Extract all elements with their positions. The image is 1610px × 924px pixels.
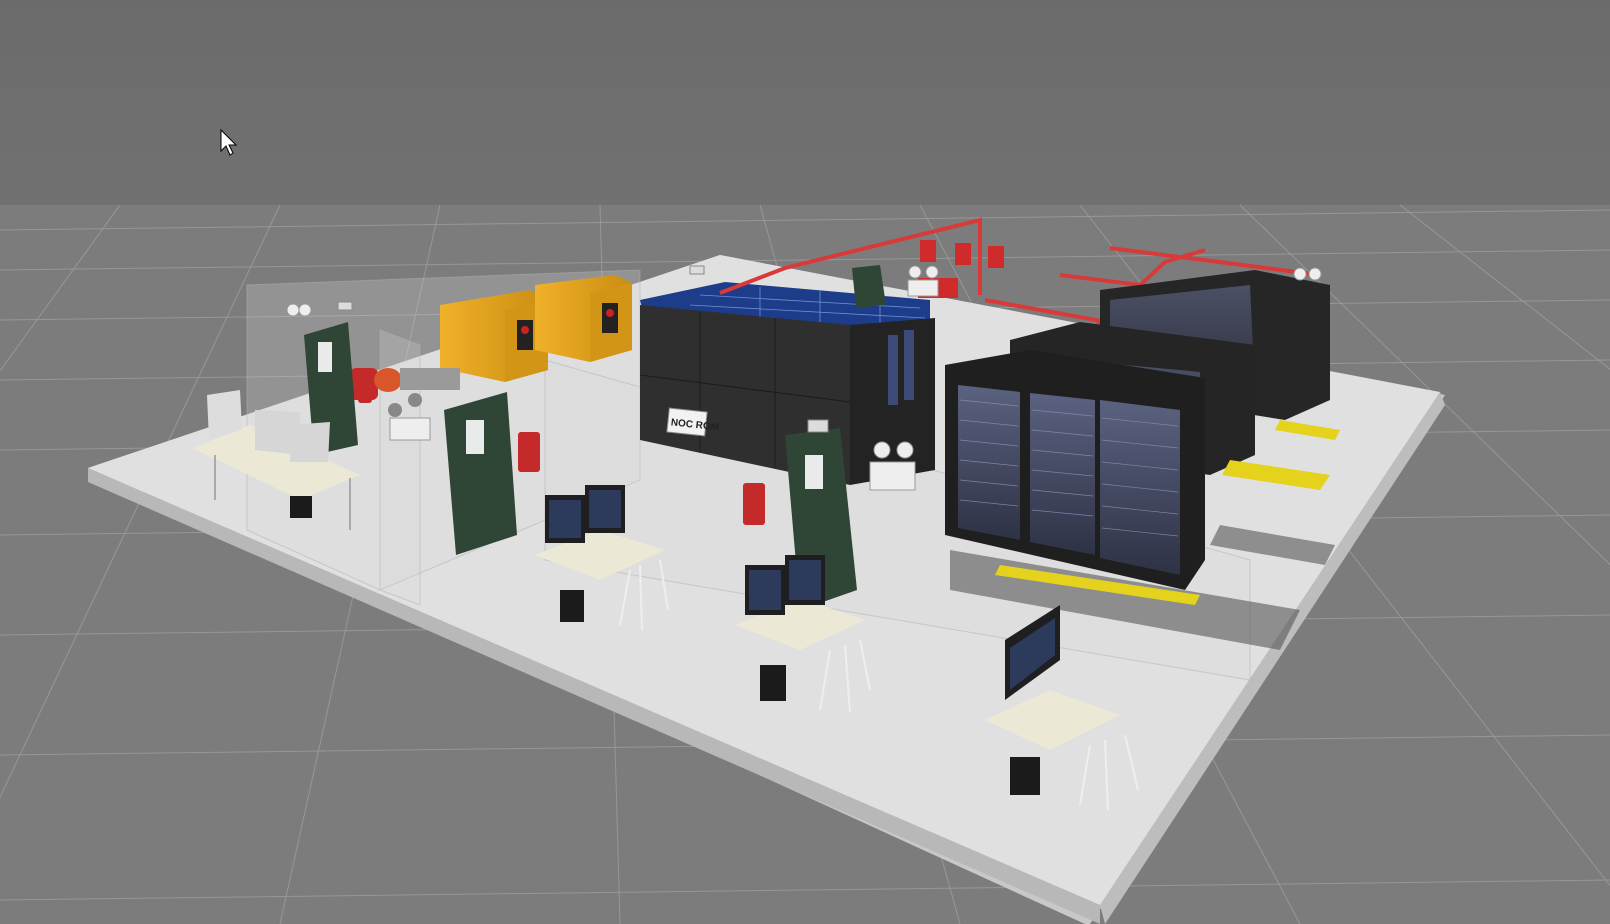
scene-canvas[interactable]: NOC ROM [0, 0, 1610, 924]
door-4[interactable] [852, 265, 886, 308]
door-2[interactable] [444, 392, 517, 555]
generator-2[interactable] [535, 275, 632, 362]
3d-viewport[interactable]: NOC ROM [0, 0, 1610, 924]
